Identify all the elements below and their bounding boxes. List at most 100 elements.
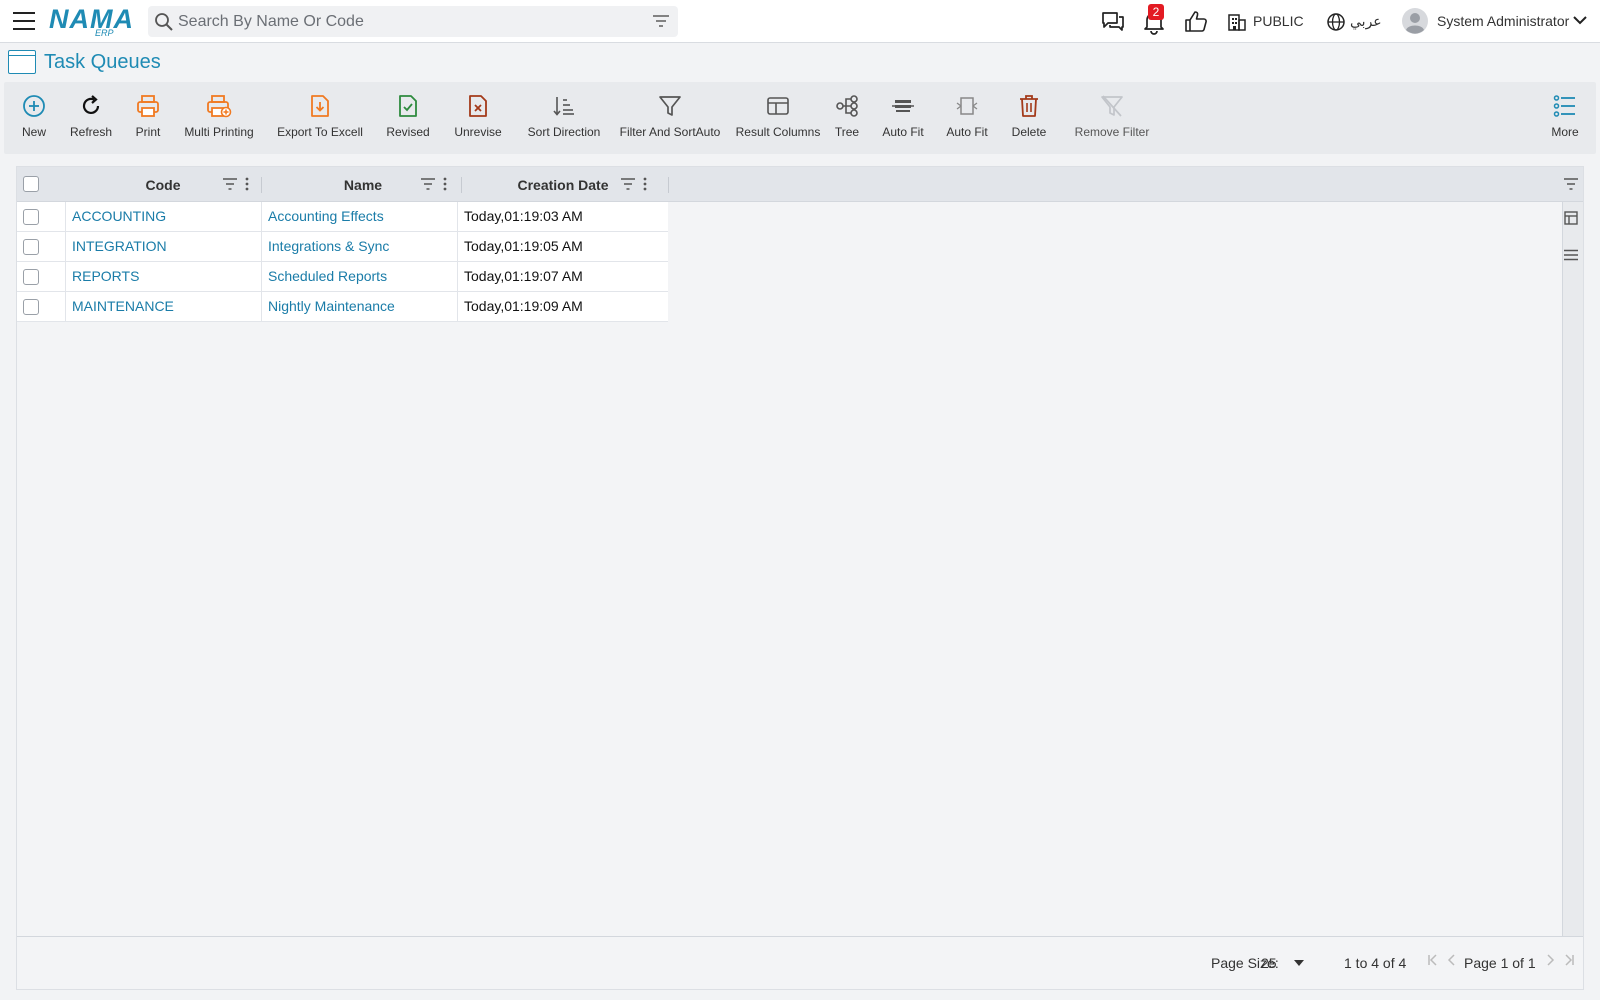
- row-range: 1 to 4 of 4: [1344, 955, 1407, 971]
- revised-button[interactable]: Revised: [374, 82, 442, 154]
- file-check-icon: [399, 95, 417, 117]
- row-creation-date: Today,01:19:07 AM: [464, 268, 583, 284]
- table-row[interactable]: INTEGRATION Integrations & Sync Today,01…: [17, 232, 668, 262]
- table-row[interactable]: MAINTENANCE Nightly Maintenance Today,01…: [17, 292, 668, 322]
- print-label: Print: [135, 125, 161, 139]
- column-menu-icon[interactable]: [245, 177, 249, 191]
- row-checkbox[interactable]: [23, 299, 39, 315]
- auto-fit-label-2: Auto Fit: [946, 125, 988, 139]
- row-checkbox[interactable]: [23, 269, 39, 285]
- column-filter-icon[interactable]: [223, 178, 237, 190]
- table-layout-icon[interactable]: [1564, 211, 1578, 225]
- menu-icon[interactable]: [13, 12, 35, 30]
- export-excel-label: Export To Excell: [277, 125, 363, 139]
- row-code-link[interactable]: REPORTS: [72, 262, 260, 291]
- previous-page-icon[interactable]: [1447, 954, 1457, 966]
- column-header-name[interactable]: Name: [265, 167, 461, 202]
- column-filter-icon[interactable]: [421, 178, 435, 190]
- multi-printer-icon: [207, 95, 232, 118]
- auto-fit-rows-button[interactable]: Auto Fit: [874, 82, 932, 154]
- export-excel-button[interactable]: Export To Excell: [266, 82, 374, 154]
- branch-selector[interactable]: PUBLIC: [1253, 13, 1304, 29]
- toolbar: New Refresh Print Multi Printing Export …: [4, 82, 1596, 154]
- tree-button[interactable]: Tree: [826, 82, 868, 154]
- column-menu-icon[interactable]: [643, 177, 647, 191]
- last-page-icon[interactable]: [1563, 954, 1575, 966]
- delete-button[interactable]: Delete: [1004, 82, 1054, 154]
- page-title: Task Queues: [44, 51, 161, 73]
- column-list-icon[interactable]: [1564, 249, 1578, 261]
- chat-icon[interactable]: [1100, 9, 1126, 35]
- printer-icon: [137, 95, 159, 117]
- data-grid: Code Name Creation Date ACCOUNTING Accou…: [16, 166, 1584, 990]
- more-button[interactable]: More: [1542, 82, 1588, 154]
- user-name[interactable]: System Administrator: [1437, 13, 1569, 29]
- revised-label: Revised: [386, 125, 430, 139]
- grid-filter-icon[interactable]: [1564, 178, 1578, 190]
- tree-icon: [836, 95, 858, 117]
- column-separator[interactable]: [461, 177, 462, 193]
- top-bar: NAMA ERP 2 PUBLIC عر: [0, 0, 1600, 43]
- refresh-icon: [82, 95, 100, 115]
- column-menu-icon[interactable]: [443, 177, 447, 191]
- filter-sort-button[interactable]: Filter And SortAuto: [608, 82, 732, 154]
- window-icon: [8, 50, 36, 74]
- auto-fit-columns-button[interactable]: Auto Fit: [938, 82, 996, 154]
- funnel-icon: [659, 96, 681, 116]
- column-filter-icon[interactable]: [621, 178, 635, 190]
- filter-lines-icon[interactable]: [652, 14, 670, 28]
- sort-icon: [553, 97, 574, 116]
- row-checkbox[interactable]: [23, 239, 39, 255]
- building-icon: [1228, 14, 1246, 31]
- row-code-link[interactable]: INTEGRATION: [72, 232, 260, 261]
- chevron-down-icon[interactable]: [1573, 15, 1587, 25]
- column-header-code[interactable]: Code: [65, 167, 261, 202]
- select-all-checkbox[interactable]: [23, 176, 39, 192]
- row-name-link[interactable]: Integrations & Sync: [268, 232, 458, 261]
- remove-filter-button[interactable]: Remove Filter: [1064, 82, 1160, 154]
- notification-badge: 2: [1148, 4, 1164, 20]
- search-box: [148, 6, 678, 37]
- logo-subtext: ERP: [95, 28, 114, 38]
- table-row[interactable]: REPORTS Scheduled Reports Today,01:19:07…: [17, 262, 668, 292]
- avatar[interactable]: [1402, 8, 1428, 34]
- refresh-label: Refresh: [69, 125, 113, 139]
- next-page-icon[interactable]: [1545, 954, 1555, 966]
- unrevise-button[interactable]: Unrevise: [442, 82, 514, 154]
- row-checkbox[interactable]: [23, 209, 39, 225]
- page-indicator: Page 1 of 1: [1464, 955, 1536, 971]
- logo-text: NAMA: [49, 4, 134, 34]
- sort-direction-label: Sort Direction: [527, 125, 601, 139]
- refresh-button[interactable]: Refresh: [62, 82, 120, 154]
- grid-footer: Page Size: 25 1 to 4 of 4 Page 1 of 1: [17, 936, 1583, 989]
- auto-fit-label-1: Auto Fit: [882, 125, 924, 139]
- logo[interactable]: NAMA ERP: [49, 4, 134, 38]
- multi-printing-button[interactable]: Multi Printing: [176, 82, 262, 154]
- auto-fit-rows-icon: [892, 100, 914, 112]
- language-switch[interactable]: عربي: [1350, 13, 1382, 30]
- columns-icon: [767, 97, 789, 115]
- new-label: New: [21, 125, 46, 139]
- file-download-icon: [311, 95, 329, 117]
- first-page-icon[interactable]: [1427, 954, 1439, 966]
- row-name-link[interactable]: Accounting Effects: [268, 202, 458, 231]
- thumbs-up-icon[interactable]: [1183, 9, 1209, 35]
- row-name-link[interactable]: Scheduled Reports: [268, 262, 458, 291]
- more-label: More: [1551, 125, 1579, 139]
- table-row[interactable]: ACCOUNTING Accounting Effects Today,01:1…: [17, 202, 668, 232]
- list-icon: [1553, 95, 1575, 117]
- new-button[interactable]: New: [6, 82, 62, 154]
- column-separator[interactable]: [261, 177, 262, 193]
- column-header-creation-date[interactable]: Creation Date: [465, 167, 661, 202]
- page-size-select[interactable]: 25: [1258, 945, 1306, 974]
- search-input[interactable]: [178, 10, 638, 33]
- column-separator[interactable]: [668, 177, 669, 193]
- filter-sort-label: Filter And SortAuto: [619, 125, 721, 139]
- row-creation-date: Today,01:19:09 AM: [464, 298, 583, 314]
- print-button[interactable]: Print: [120, 82, 176, 154]
- row-code-link[interactable]: MAINTENANCE: [72, 292, 260, 321]
- result-columns-button[interactable]: Result Columns: [726, 82, 830, 154]
- row-code-link[interactable]: ACCOUNTING: [72, 202, 260, 231]
- row-name-link[interactable]: Nightly Maintenance: [268, 292, 458, 321]
- sort-direction-button[interactable]: Sort Direction: [516, 82, 612, 154]
